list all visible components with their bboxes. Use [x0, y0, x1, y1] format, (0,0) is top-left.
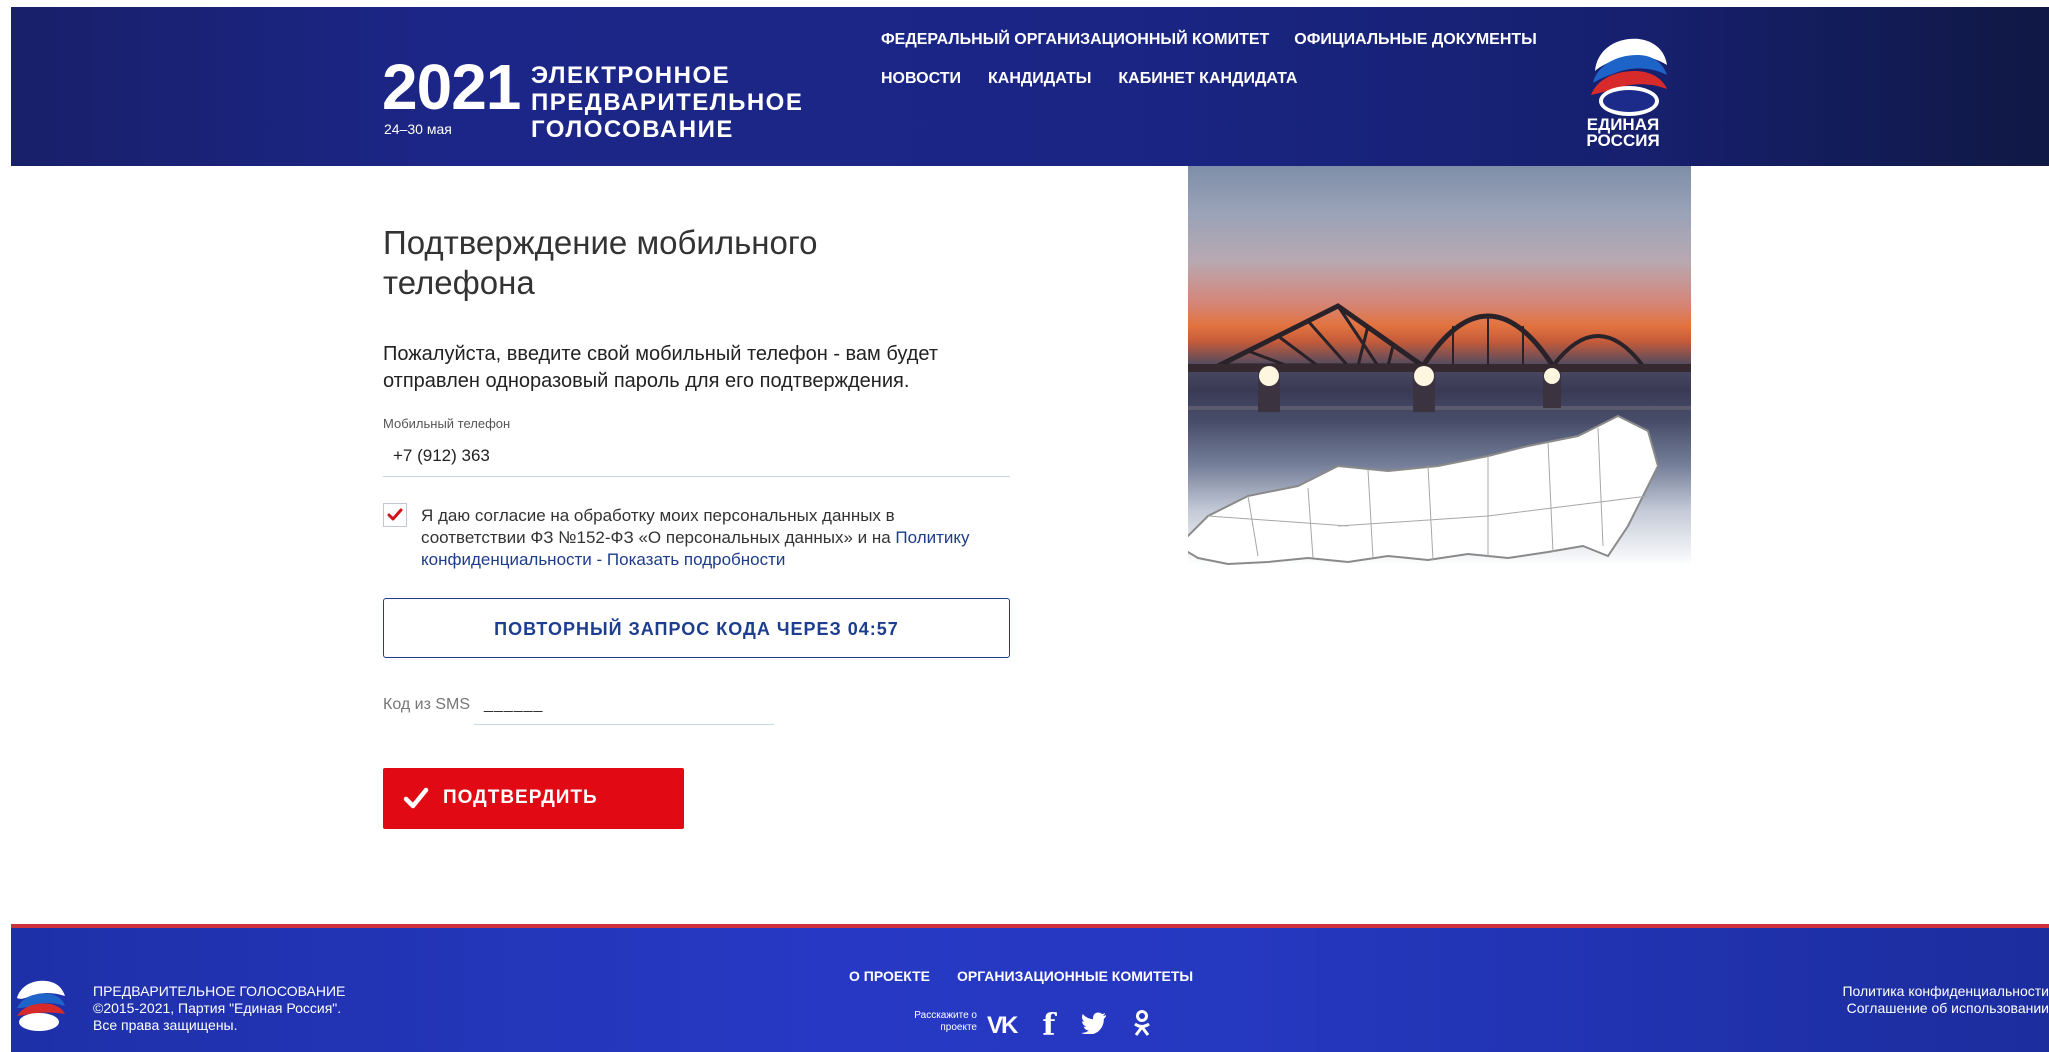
share-label-line: проекте — [940, 1022, 977, 1033]
check-icon — [403, 787, 429, 809]
logo-dates: 24–30 мая — [384, 121, 452, 137]
footer-privacy-link[interactable]: Политика конфиденциальности — [1842, 983, 2049, 1000]
site-footer: ПРЕДВАРИТЕЛЬНОЕ ГОЛОСОВАНИЕ ©2015-2021, … — [11, 924, 2049, 1052]
footer-nav: О ПРОЕКТЕ ОРГАНИЗАЦИОННЫЕ КОМИТЕТЫ — [849, 968, 1193, 984]
bridge-illustration — [1188, 303, 1691, 566]
phone-label: Мобильный телефон — [383, 416, 511, 431]
logo-title[interactable]: ЭЛЕКТРОННОЕ ПРЕДВАРИТЕЛЬНОЕ ГОЛОСОВАНИЕ — [531, 62, 803, 143]
footer-org-line: ПРЕДВАРИТЕЛЬНОЕ ГОЛОСОВАНИЕ — [93, 983, 346, 999]
odnoklassniki-icon[interactable] — [1133, 1010, 1151, 1041]
phone-value: +7 (912) 363 — [393, 446, 490, 465]
nav-federal-committee[interactable]: ФЕДЕРАЛЬНЫЙ ОРГАНИЗАЦИОННЫЙ КОМИТЕТ — [881, 31, 1269, 49]
social-links: VK f — [987, 1008, 1151, 1043]
consent-text: Я даю согласие на обработку моих персона… — [421, 505, 981, 571]
share-label-line: Расскажите о — [914, 1010, 977, 1021]
phone-input[interactable]: +7 (912) 363 — [383, 436, 1010, 477]
top-nav-primary: ФЕДЕРАЛЬНЫЙ ОРГАНИЗАЦИОННЫЙ КОМИТЕТ ОФИЦ… — [881, 31, 1537, 49]
intro-text: Пожалуйста, введите свой мобильный телеф… — [383, 343, 938, 392]
logo-title-line: ПРЕДВАРИТЕЛЬНОЕ — [531, 89, 804, 116]
page-title: Подтверждение мобильного телефона — [383, 224, 818, 301]
resend-code-button[interactable]: ПОВТОРНЫЙ ЗАПРОС КОДА ЧЕРЕЗ 04:57 — [383, 598, 1010, 658]
site-header: 2021 24–30 мая ЭЛЕКТРОННОЕ ПРЕДВАРИТЕЛЬН… — [11, 7, 2049, 166]
facebook-icon[interactable]: f — [1042, 1008, 1055, 1043]
logo-title-line: ЭЛЕКТРОННОЕ — [531, 62, 731, 89]
footer-party-logo-icon[interactable] — [11, 976, 65, 1046]
twitter-icon[interactable] — [1081, 1012, 1107, 1039]
nav-news[interactable]: НОВОСТИ — [881, 70, 961, 88]
logo-title-line: ГОЛОСОВАНИЕ — [531, 116, 734, 143]
footer-terms-link[interactable]: Соглашение об использовании — [1842, 1000, 2049, 1017]
footer-nav-about[interactable]: О ПРОЕКТЕ — [849, 968, 930, 984]
logo-year[interactable]: 2021 — [382, 55, 521, 119]
checkmark-icon — [387, 508, 403, 521]
footer-legal-links: Политика конфиденциальности Соглашение о… — [1842, 983, 2049, 1017]
sms-code-mask: ______ — [484, 696, 544, 713]
sms-code-input[interactable]: ______ — [474, 692, 774, 725]
top-nav-secondary: НОВОСТИ КАНДИДАТЫ КАБИНЕТ КАНДИДАТА — [881, 70, 1297, 88]
nav-candidate-cabinet[interactable]: КАБИНЕТ КАНДИДАТА — [1118, 70, 1297, 88]
nav-candidates[interactable]: КАНДИДАТЫ — [988, 70, 1091, 88]
share-label: Расскажите о проекте — [881, 1010, 977, 1034]
confirm-button[interactable]: ПОДТВЕРДИТЬ — [383, 768, 684, 829]
footer-org-info: ПРЕДВАРИТЕЛЬНОЕ ГОЛОСОВАНИЕ ©2015-2021, … — [93, 983, 345, 1034]
footer-nav-committees[interactable]: ОРГАНИЗАЦИОННЫЕ КОМИТЕТЫ — [957, 968, 1193, 984]
consent-checkbox[interactable] — [383, 503, 407, 527]
consent-statement: Я даю согласие на обработку моих персона… — [421, 506, 895, 547]
party-logo-word: РОССИЯ — [1586, 131, 1660, 150]
show-details-link[interactable]: - Показать подробности — [597, 550, 786, 569]
footer-org-line: Все права защищены. — [93, 1017, 238, 1033]
nav-official-documents[interactable]: ОФИЦИАЛЬНЫЕ ДОКУМЕНТЫ — [1294, 31, 1537, 49]
sms-code-label: Код из SMS — [383, 696, 471, 713]
confirm-button-label: ПОДТВЕРДИТЬ — [443, 787, 598, 808]
footer-org-line: ©2015-2021, Партия "Единая Россия". — [93, 1000, 342, 1016]
party-logo-text: ЕДИНАЯ РОССИЯ — [1581, 116, 1665, 150]
hero-image — [1188, 166, 1691, 568]
vk-icon[interactable]: VK — [987, 1012, 1018, 1040]
